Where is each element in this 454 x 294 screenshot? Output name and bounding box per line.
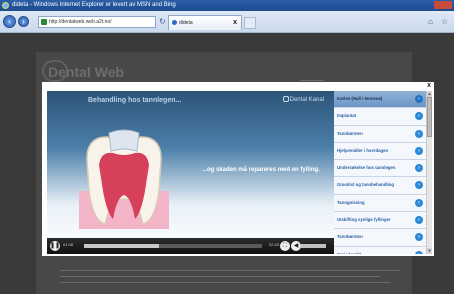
video-brand: Dental Kanal — [282, 96, 324, 103]
nav-underline — [300, 80, 324, 81]
topic-item-label: Implantat — [337, 113, 357, 119]
topic-item[interactable]: Grasitist og tannbehandling › — [334, 177, 426, 195]
topic-item-label: Karies (Hull i tennene) — [337, 96, 383, 101]
text-line — [60, 276, 380, 277]
video-caption: ...og skaden må repareres med en fylling… — [202, 167, 320, 173]
ie-logo-icon — [2, 2, 9, 9]
topic-item[interactable]: Karies (Hull i tennene) › — [334, 91, 426, 109]
chevron-right-icon[interactable]: › — [415, 129, 423, 138]
video-player[interactable]: Behandling hos tannlegen... Dental Kanal… — [47, 91, 334, 254]
chevron-right-icon[interactable]: › — [415, 112, 423, 121]
video-modal: x Behandling hos tannlegen... Dental Kan… — [42, 82, 434, 256]
page-icon — [41, 19, 47, 25]
favorites-icon[interactable]: ☆ — [441, 17, 448, 26]
scrollbar[interactable]: ▲ ▼ — [426, 91, 432, 254]
close-window-button[interactable] — [434, 1, 452, 9]
back-button[interactable]: ‹ — [3, 15, 16, 28]
browser-navbar: ‹ › http://dentalweb.web.a2t.no/ ↻ didet… — [0, 11, 454, 33]
chevron-right-icon[interactable]: › — [415, 146, 423, 155]
chevron-right-icon[interactable]: › — [415, 216, 423, 225]
fullscreen-button[interactable]: ⛶ — [280, 241, 290, 251]
video-title: Behandling hos tannlegen... — [88, 97, 182, 104]
text-line — [60, 270, 400, 271]
tab-close-icon[interactable]: x — [233, 16, 237, 30]
address-bar[interactable]: http://dentalweb.web.a2t.no/ — [38, 16, 156, 28]
topic-item[interactable]: Hjelpemidler i hverdagen › — [334, 143, 426, 161]
modal-close-button[interactable]: x — [427, 82, 431, 89]
topic-item[interactable]: Tannbørsten › — [334, 229, 426, 247]
topic-item[interactable]: Tanngnissing › — [334, 195, 426, 213]
topic-item-label: Periodontitt — [337, 252, 361, 254]
topic-item-label: Tannbørsten — [337, 234, 363, 240]
time-current: 01:08 — [63, 242, 74, 247]
address-text: http://dentalweb.web.a2t.no/ — [49, 19, 112, 25]
tooth-illustration — [79, 129, 169, 229]
progress-fill — [84, 244, 159, 248]
video-controls: ❚❚ 01:08 02:43 ⛶ ◀ — [47, 238, 334, 254]
topic-item-label: Tanngnissing — [337, 199, 365, 205]
volume-icon[interactable]: ◀ — [291, 241, 301, 251]
topic-item-label: Hjelpemidler i hverdagen — [337, 147, 389, 153]
topic-item[interactable]: Utskifting synlige fyllinger › — [334, 212, 426, 230]
tooth-filling — [108, 129, 140, 152]
tab-label: dideta — [179, 20, 193, 26]
new-tab-button[interactable] — [244, 17, 256, 29]
chevron-right-icon[interactable]: › — [415, 164, 423, 173]
topic-item[interactable]: Tannbørsten › — [334, 126, 426, 143]
video-brand-label: Dental Kanal — [289, 97, 324, 103]
topic-item-label: Grasitist og tannbehandling — [337, 182, 395, 188]
text-line — [60, 282, 390, 283]
topic-item-label: Undersøkelse hos tannlegen — [337, 165, 396, 171]
chevron-right-icon[interactable]: › — [415, 198, 423, 207]
brand-logo-icon — [282, 96, 289, 102]
forward-button[interactable]: › — [18, 16, 29, 27]
home-icon[interactable]: ⌂ — [428, 17, 433, 26]
scroll-down-icon[interactable]: ▼ — [427, 248, 432, 254]
topic-item-label: Tannbørsten — [337, 130, 363, 136]
window-titlebar: dideta - Windows Internet Explorer er le… — [0, 0, 454, 11]
browser-tab[interactable]: dideta x — [168, 15, 242, 30]
topic-item[interactable]: Undersøkelse hos tannlegen › — [334, 160, 426, 178]
tab-favicon-icon — [172, 20, 177, 25]
time-total: 02:43 — [269, 242, 280, 247]
scroll-thumb[interactable] — [427, 97, 432, 137]
window-title: dideta - Windows Internet Explorer er le… — [12, 2, 176, 8]
volume-slider[interactable] — [301, 244, 326, 248]
topic-item[interactable]: Periodontitt › — [334, 247, 426, 254]
pause-button[interactable]: ❚❚ — [50, 241, 60, 251]
site-logo: Dental Web — [48, 64, 124, 80]
topic-list: Karies (Hull i tennene) › Implantat › Tannbø… — [334, 91, 426, 254]
refresh-icon[interactable]: ↻ — [158, 17, 167, 26]
chevron-right-icon[interactable]: › — [415, 250, 423, 254]
topic-item-label: Utskifting synlige fyllinger — [337, 217, 391, 223]
chevron-right-icon[interactable]: › — [415, 95, 423, 103]
chevron-right-icon[interactable]: › — [415, 233, 423, 242]
chevron-right-icon[interactable]: › — [415, 181, 423, 190]
topic-item[interactable]: Implantat › — [334, 108, 426, 126]
progress-bar[interactable] — [84, 244, 262, 248]
